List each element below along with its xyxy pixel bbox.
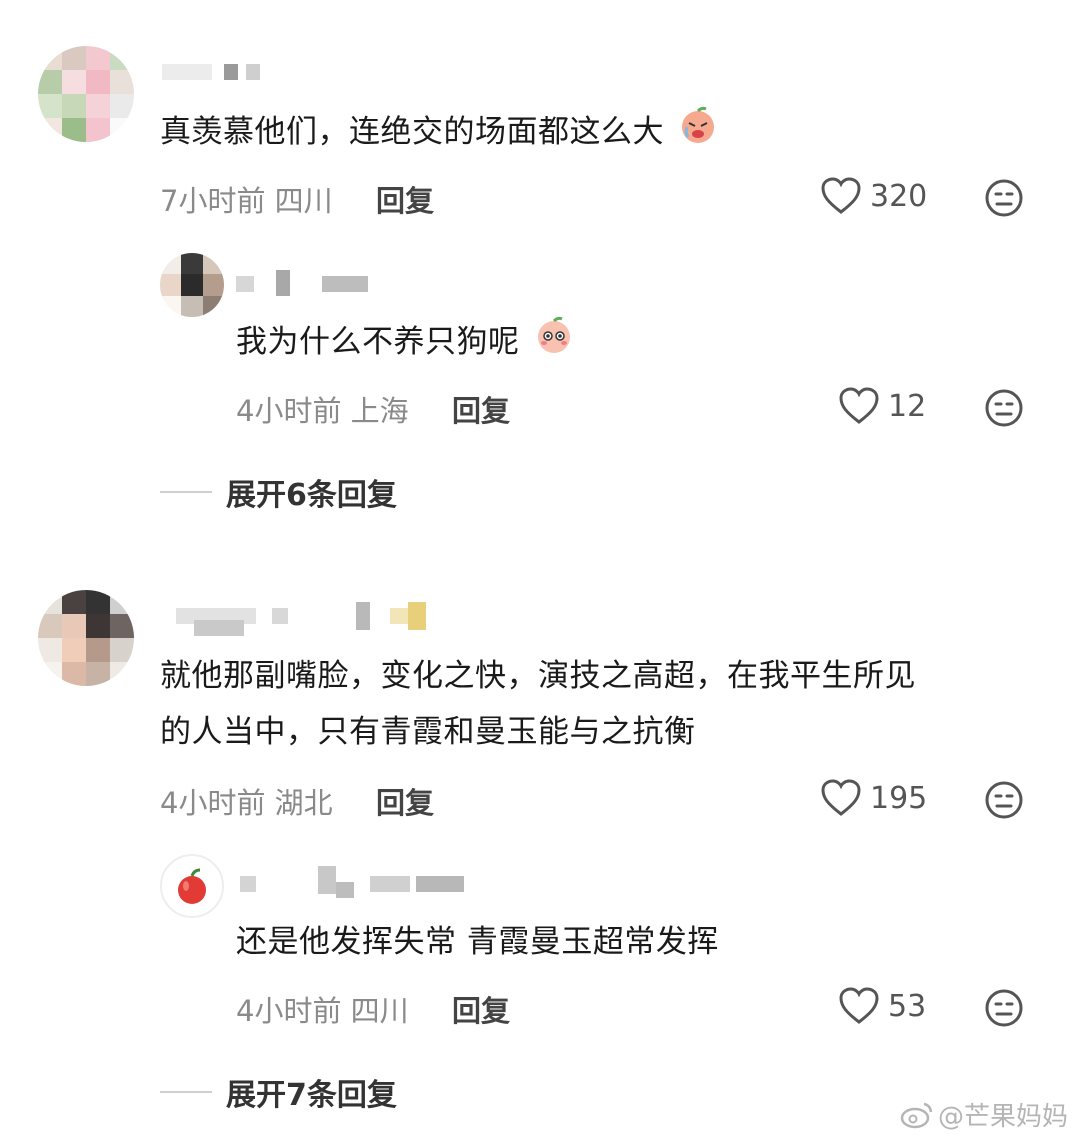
heart-outline-icon <box>821 177 861 214</box>
reply-avatar[interactable] <box>160 854 224 918</box>
neutral-face-icon[interactable] <box>984 178 1024 218</box>
like-button[interactable]: 53 <box>838 986 926 1026</box>
comment-meta: 4小时前 湖北 <box>160 786 333 820</box>
crying-peach-emoji <box>678 105 718 163</box>
like-count: 12 <box>888 388 927 424</box>
avatar[interactable] <box>38 46 134 142</box>
like-button[interactable]: 195 <box>820 778 927 818</box>
like-button[interactable]: 12 <box>838 386 926 426</box>
neutral-face-icon[interactable] <box>984 780 1024 820</box>
heart-outline-icon <box>839 987 879 1024</box>
expand-replies-label: 展开6条回复 <box>226 478 397 513</box>
comment-text: 真羡慕他们，连绝交的场面都这么大 <box>160 104 718 163</box>
expand-replies-button[interactable]: 展开7条回复 <box>160 1070 397 1114</box>
like-button[interactable]: 320 <box>820 176 927 216</box>
reply-username[interactable] <box>240 866 470 898</box>
avatar[interactable] <box>38 590 134 686</box>
divider <box>160 1091 212 1093</box>
watermark-text: @芒果妈妈 <box>937 1102 1068 1132</box>
divider <box>160 491 212 493</box>
neutral-face-icon[interactable] <box>984 988 1024 1028</box>
neutral-face-icon[interactable] <box>984 388 1024 428</box>
like-count: 195 <box>870 780 928 816</box>
weibo-logo-icon <box>900 1102 933 1128</box>
reply-button[interactable]: 回复 <box>452 988 510 1030</box>
reply-button[interactable]: 回复 <box>452 388 510 430</box>
reply-avatar[interactable] <box>160 253 224 317</box>
heart-outline-icon <box>821 779 861 816</box>
comment-text: 就他那副嘴脸，变化之快，演技之高超，在我平生所见 <box>160 658 916 694</box>
reply-meta: 4小时前 四川 <box>236 994 409 1028</box>
like-count: 320 <box>870 178 928 214</box>
reply-text: 还是他发挥失常 青霞曼玉超常发挥 <box>236 924 719 960</box>
expand-replies-label: 展开7条回复 <box>226 1078 397 1113</box>
like-count: 53 <box>888 988 927 1024</box>
reply-button[interactable]: 回复 <box>376 780 434 822</box>
shy-peach-emoji <box>534 315 574 373</box>
watermark: @芒果妈妈 <box>900 1096 1068 1133</box>
username[interactable] <box>176 602 436 636</box>
expand-replies-button[interactable]: 展开6条回复 <box>160 470 397 514</box>
reply-meta: 4小时前 上海 <box>236 394 409 428</box>
reply-username[interactable] <box>236 270 376 296</box>
comment-text: 的人当中，只有青霞和曼玉能与之抗衡 <box>160 714 696 750</box>
reply-text: 我为什么不养只狗呢 <box>236 314 574 373</box>
comment-meta: 7小时前 四川 <box>160 184 333 218</box>
apple-icon <box>178 868 206 904</box>
reply-button[interactable]: 回复 <box>376 178 434 220</box>
heart-outline-icon <box>839 387 879 424</box>
username[interactable] <box>162 64 282 80</box>
